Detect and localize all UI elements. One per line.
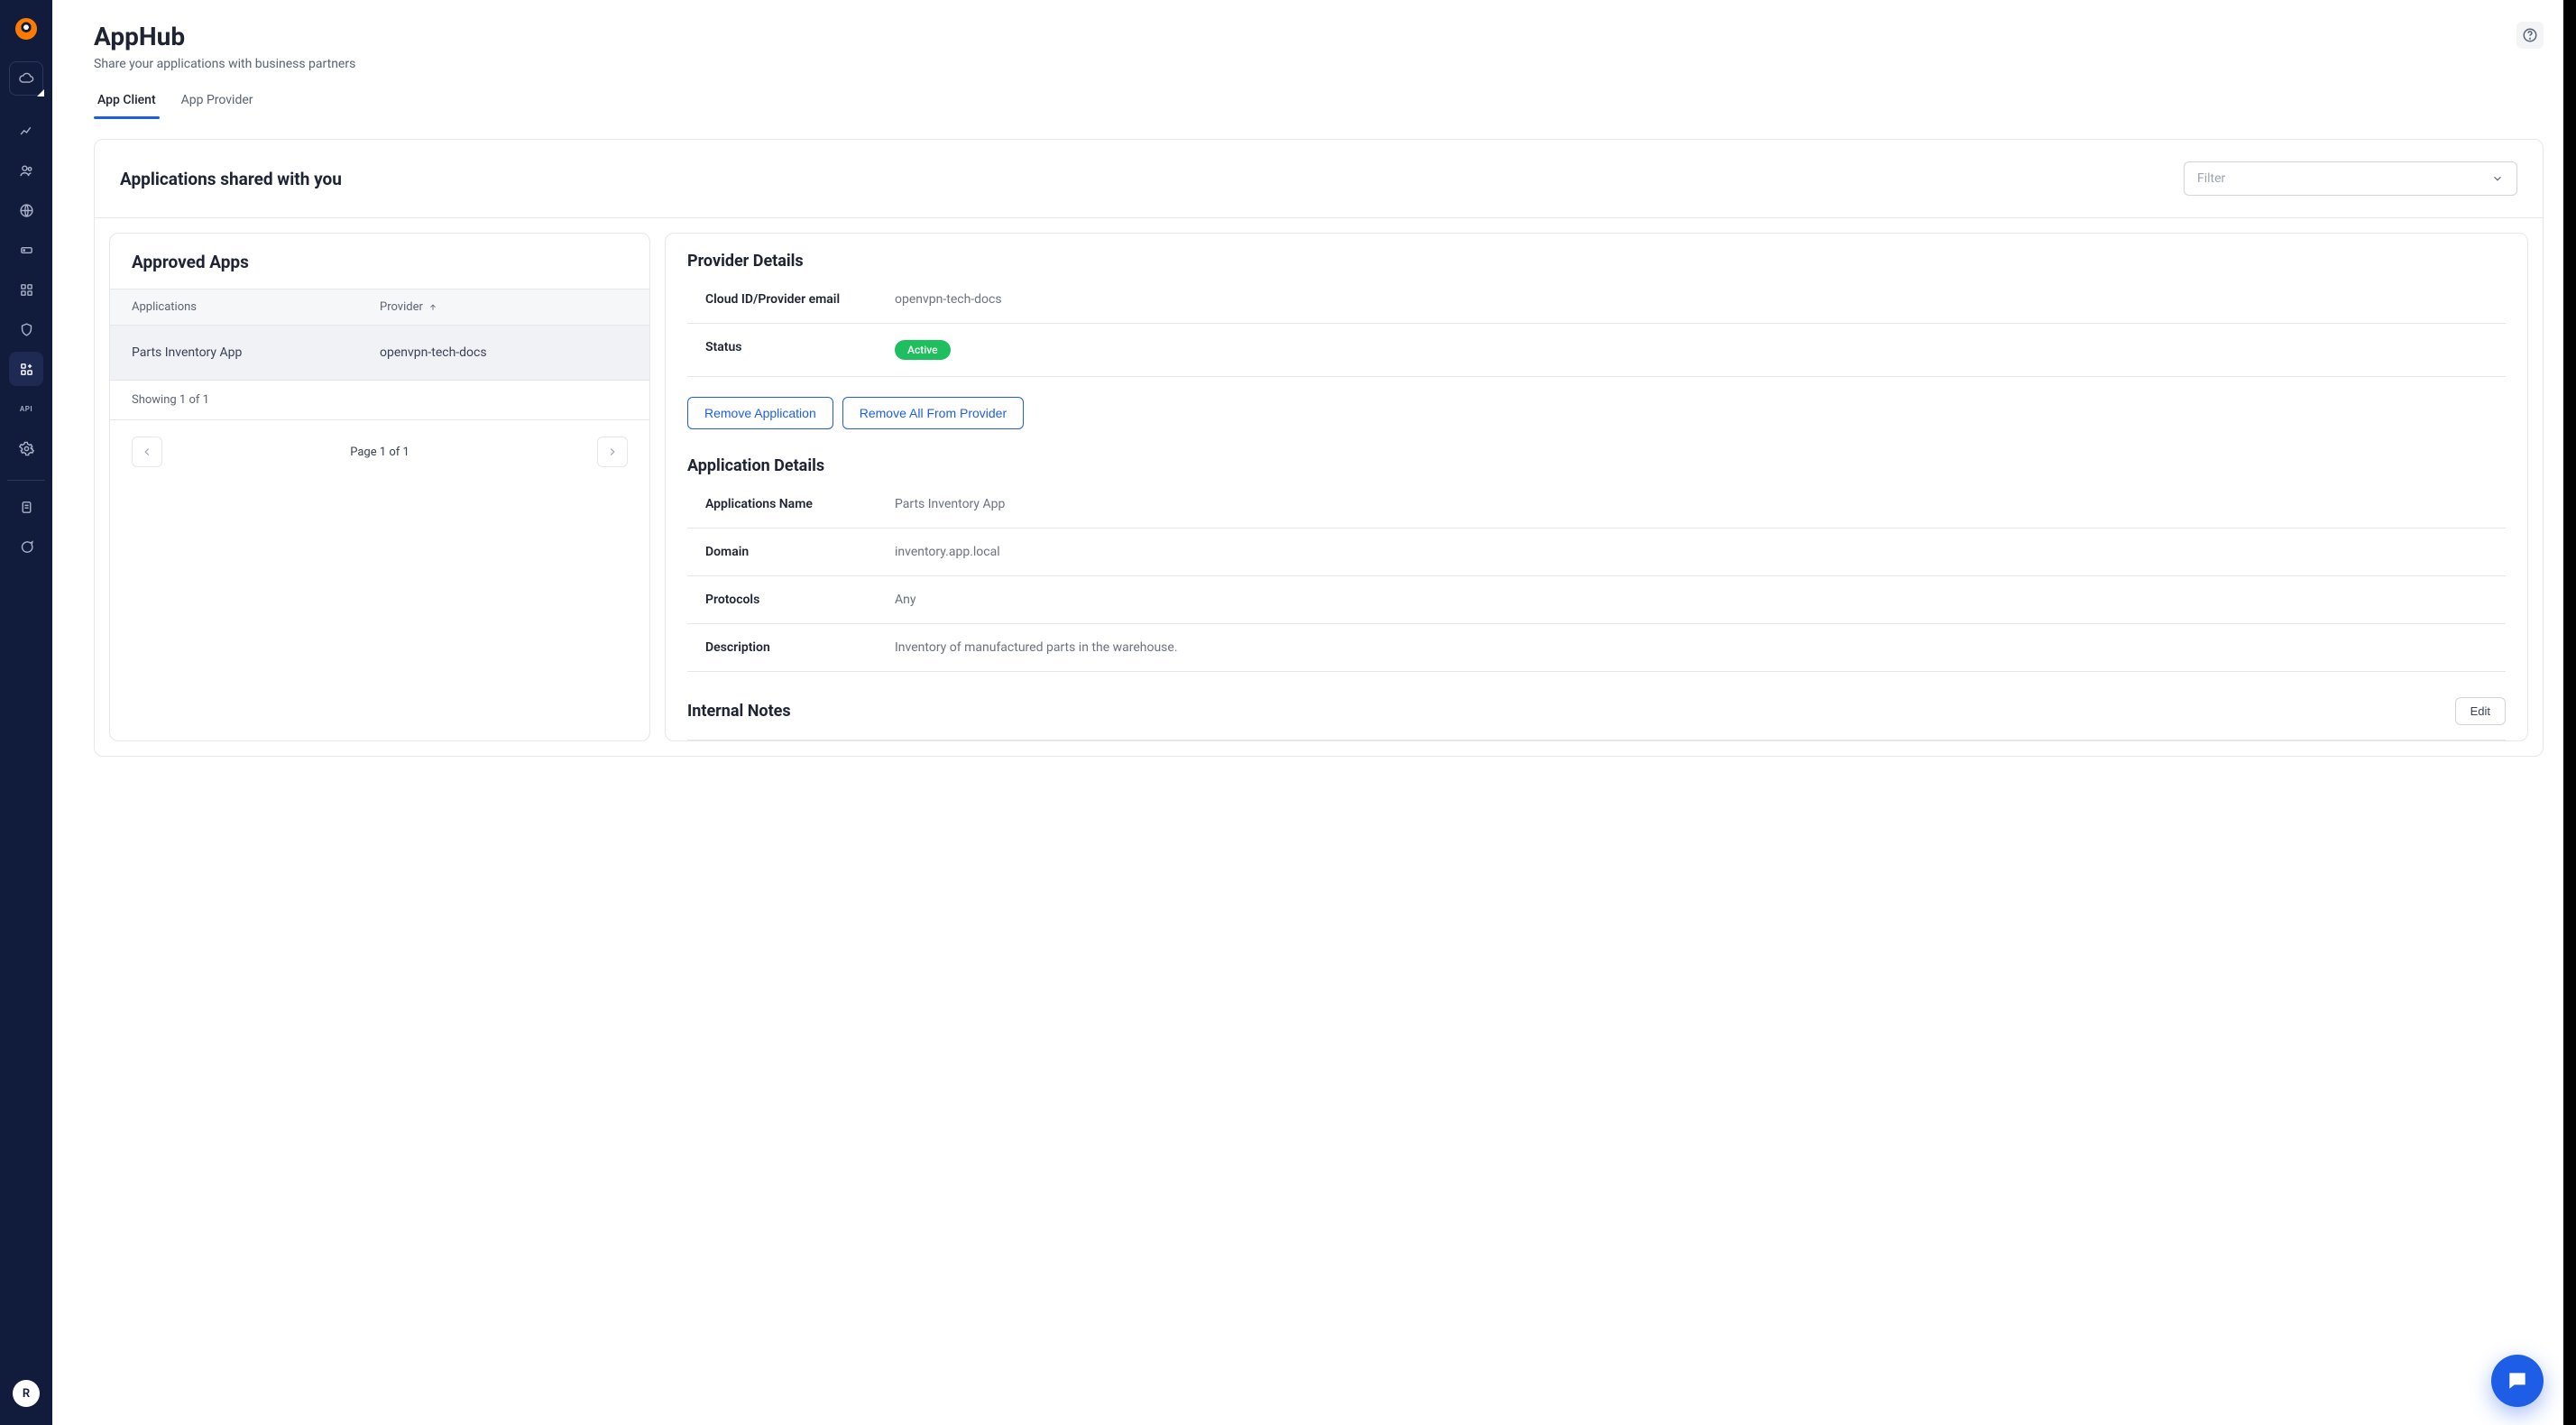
section-title: Applications shared with you	[120, 169, 342, 189]
remove-application-button[interactable]: Remove Application	[687, 397, 833, 429]
chart-line-icon	[19, 124, 34, 139]
approved-apps-card: Approved Apps Applications Provider Part…	[109, 233, 650, 741]
description-value: Inventory of manufactured parts in the w…	[895, 640, 2506, 655]
sidebar-item-applications[interactable]	[9, 272, 43, 307]
col-provider-label: Provider	[380, 300, 423, 314]
col-applications[interactable]: Applications	[132, 300, 380, 314]
tab-app-client[interactable]: App Client	[94, 86, 160, 118]
table-header: Applications Provider	[110, 289, 649, 326]
app-name-value: Parts Inventory App	[895, 497, 2506, 511]
cell-app-name: Parts Inventory App	[132, 345, 380, 360]
sidebar-item-apphub[interactable]	[9, 352, 43, 386]
domain-value: inventory.app.local	[895, 545, 2506, 559]
logo-icon	[15, 18, 37, 40]
cloud-id-label: Cloud ID/Provider email	[687, 292, 895, 307]
arrow-right-icon	[606, 446, 619, 458]
avatar-letter: R	[23, 1387, 30, 1401]
applications-panel: Applications shared with you Filter Appr…	[94, 139, 2544, 757]
main-content: AppHub Share your applications with busi…	[52, 0, 2576, 1425]
avatar[interactable]: R	[13, 1380, 40, 1407]
protocols-value: Any	[895, 593, 2506, 607]
approved-apps-title: Approved Apps	[110, 234, 649, 289]
sidebar: API R	[0, 0, 52, 1425]
sidebar-item-shield[interactable]	[9, 312, 43, 346]
edit-notes-button[interactable]: Edit	[2455, 697, 2506, 725]
sidebar-item-users[interactable]	[9, 153, 43, 188]
chat-icon	[19, 539, 34, 555]
document-icon	[19, 500, 34, 515]
sidebar-divider	[7, 480, 45, 481]
table-showing: Showing 1 of 1	[110, 381, 649, 420]
globe-icon	[19, 203, 34, 218]
cloud-icon	[19, 71, 34, 87]
sidebar-item-docs[interactable]	[9, 490, 43, 524]
pagination: Page 1 of 1	[110, 420, 649, 483]
page-indicator: Page 1 of 1	[350, 446, 409, 459]
help-icon	[2522, 27, 2538, 43]
status-label: Status	[687, 340, 895, 360]
filter-select[interactable]: Filter	[2184, 161, 2517, 196]
application-details-title: Application Details	[687, 456, 2506, 475]
cloud-id-value: openvpn-tech-docs	[895, 292, 2506, 307]
page-prev-button[interactable]	[132, 437, 162, 467]
arrow-up-icon	[428, 303, 437, 312]
domain-label: Domain	[687, 545, 895, 559]
gear-icon	[19, 441, 34, 456]
shield-icon	[19, 322, 34, 337]
page-next-button[interactable]	[597, 437, 628, 467]
description-label: Description	[687, 640, 895, 655]
arrow-left-icon	[141, 446, 153, 458]
sidebar-item-networks[interactable]	[9, 193, 43, 227]
sidebar-item-settings[interactable]	[9, 431, 43, 465]
details-card: Provider Details Cloud ID/Provider email…	[665, 233, 2528, 741]
col-provider[interactable]: Provider	[380, 300, 628, 314]
grid-plus-icon	[19, 362, 34, 377]
grid-icon	[19, 282, 34, 298]
sidebar-item-status[interactable]	[9, 114, 43, 148]
help-button[interactable]	[2516, 22, 2544, 49]
page-subtitle: Share your applications with business pa…	[94, 57, 355, 71]
table-row[interactable]: Parts Inventory App openvpn-tech-docs	[110, 326, 649, 381]
chat-fab[interactable]	[2491, 1355, 2544, 1407]
internal-notes-title: Internal Notes	[687, 702, 791, 721]
users-icon	[19, 163, 34, 179]
sidebar-item-cloud[interactable]	[9, 61, 43, 96]
cell-provider: openvpn-tech-docs	[380, 345, 628, 360]
status-badge: Active	[895, 340, 951, 360]
tab-app-provider[interactable]: App Provider	[178, 86, 257, 118]
page-title: AppHub	[94, 22, 355, 51]
app-name-label: Applications Name	[687, 497, 895, 511]
tabs: App Client App Provider	[94, 86, 2544, 119]
server-icon	[19, 243, 34, 258]
provider-details-title: Provider Details	[687, 252, 2506, 271]
api-icon: API	[20, 405, 32, 413]
protocols-label: Protocols	[687, 593, 895, 607]
filter-placeholder: Filter	[2197, 171, 2225, 186]
sidebar-item-hosts[interactable]	[9, 233, 43, 267]
remove-all-from-provider-button[interactable]: Remove All From Provider	[842, 397, 1024, 429]
sidebar-item-support[interactable]	[9, 529, 43, 564]
chevron-down-icon	[2491, 172, 2504, 185]
right-edge-bar	[2563, 0, 2576, 1425]
sidebar-item-api[interactable]: API	[9, 391, 43, 426]
chat-bubble-icon	[2506, 1369, 2529, 1393]
